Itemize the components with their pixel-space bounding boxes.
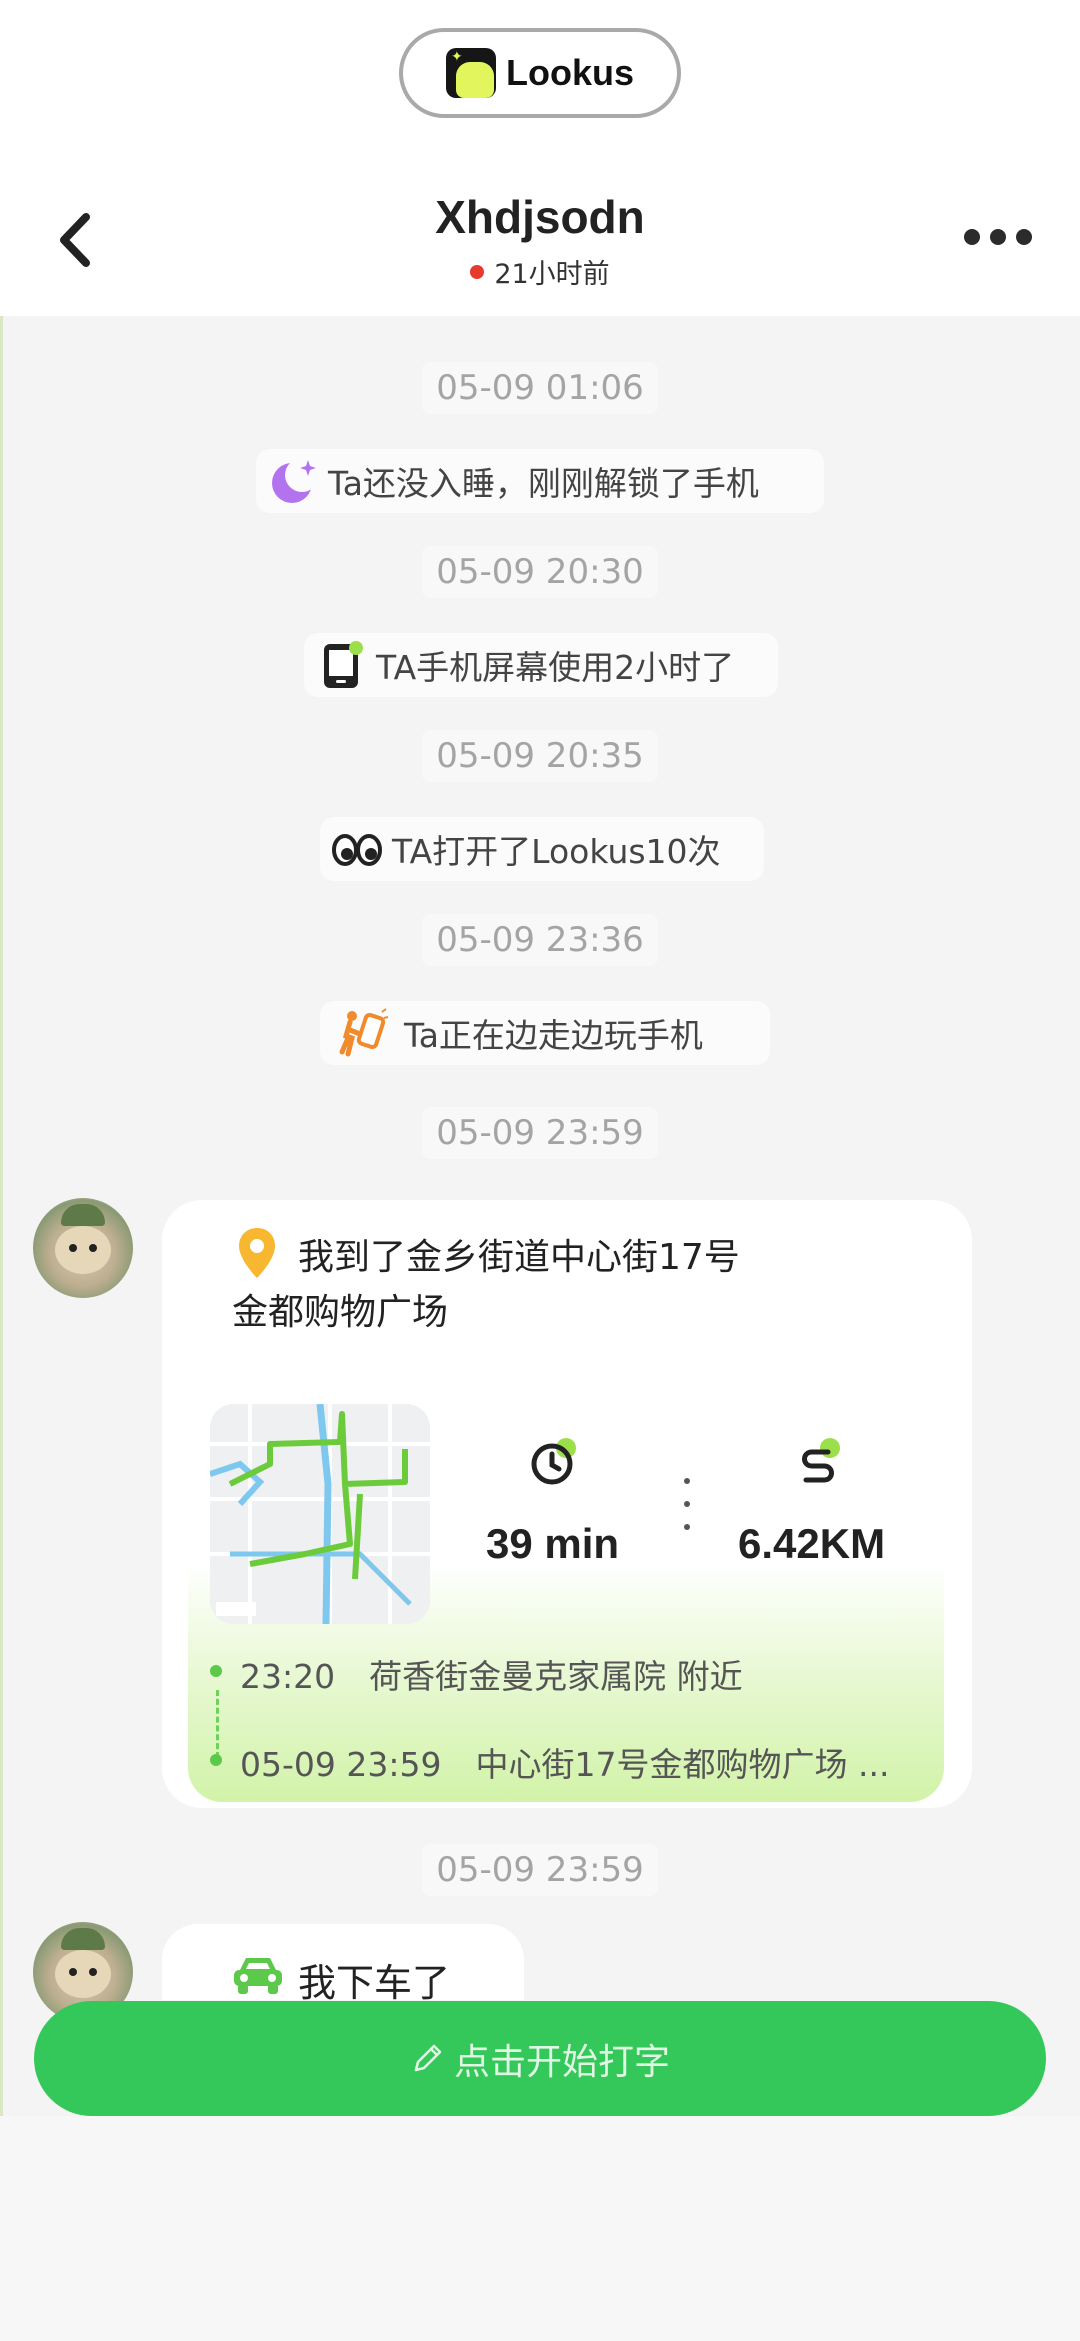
car-message-text: 我下车了	[298, 1961, 451, 2005]
trip-end-row: 05-09 23:59 中心街17号金都购物广场 ...	[240, 1738, 889, 1786]
edge-strip	[0, 0, 3, 2341]
brand-name: Lookus	[505, 52, 634, 93]
location-message-text: 我到了金乡街道中心街17号 金都购物广场	[232, 1230, 832, 1340]
more-dot	[964, 229, 980, 245]
trip-start-time: 23:20	[240, 1657, 336, 1696]
activity-event: Ta正在边走边玩手机	[320, 1001, 770, 1065]
timestamp: 05-09 23:36	[0, 914, 1080, 966]
trip-start-place: 荷香街金曼克家属院 附近	[369, 1657, 743, 1696]
duration-value: 39 min	[486, 1520, 620, 1567]
timestamp: 05-09 01:06	[0, 362, 1080, 414]
more-dot	[1016, 229, 1032, 245]
more-button[interactable]	[964, 222, 1040, 252]
timestamp: 05-09 23:59	[0, 1107, 1080, 1159]
trip-connector	[216, 1690, 219, 1758]
car-icon	[234, 1958, 282, 1994]
start-typing-button[interactable]: 点击开始打字	[34, 2001, 1046, 2116]
avatar[interactable]	[33, 1198, 133, 1298]
route-map-thumbnail[interactable]	[210, 1404, 430, 1624]
brand-pill[interactable]: ✦ Lookus	[399, 28, 681, 118]
chevron-left-icon	[60, 213, 90, 267]
back-button[interactable]	[50, 205, 100, 275]
moon-star-icon	[272, 458, 318, 503]
more-dot	[990, 229, 1006, 245]
walking-phone-icon	[339, 1008, 389, 1057]
phone-screen-icon	[324, 641, 363, 688]
timestamp: 05-09 20:35	[0, 730, 1080, 782]
start-typing-label: 点击开始打字	[453, 2041, 670, 2083]
activity-event: TA手机屏幕使用2小时了	[304, 633, 778, 697]
activity-event: TA打开了Lookus10次	[320, 817, 764, 881]
trip-start-row: 23:20 荷香街金曼克家属院 附近	[240, 1650, 743, 1698]
trip-start-dot	[210, 1665, 222, 1677]
trip-end-dot	[210, 1754, 222, 1766]
location-line-2: 金都购物广场	[232, 1292, 449, 1333]
pencil-icon	[414, 2044, 442, 2071]
timestamp: 05-09 23:59	[0, 1844, 1080, 1896]
stopwatch-icon	[531, 1438, 576, 1485]
bottom-safe-area	[0, 2116, 1080, 2341]
trip-end-time: 05-09 23:59	[240, 1745, 442, 1784]
trip-end-place: 中心街17号金都购物广场 ...	[475, 1745, 890, 1784]
last-seen-text: 21小时前	[494, 259, 610, 290]
distance-value: 6.42KM	[738, 1520, 886, 1567]
lookus-logo-icon: ✦	[445, 48, 496, 98]
activity-event: Ta还没入睡，刚刚解锁了手机	[256, 449, 824, 513]
eyes-icon	[332, 834, 382, 866]
timestamp: 05-09 20:30	[0, 546, 1080, 598]
contact-name: Xhdjsodn	[435, 191, 645, 243]
location-line-1: 我到了金乡街道中心街17号	[298, 1237, 740, 1278]
status-dot	[470, 264, 485, 279]
route-icon	[802, 1438, 840, 1483]
route-map-graphic	[210, 1404, 430, 1624]
last-seen-status: 21小时前	[240, 252, 840, 291]
stat-separator	[684, 1478, 690, 1530]
